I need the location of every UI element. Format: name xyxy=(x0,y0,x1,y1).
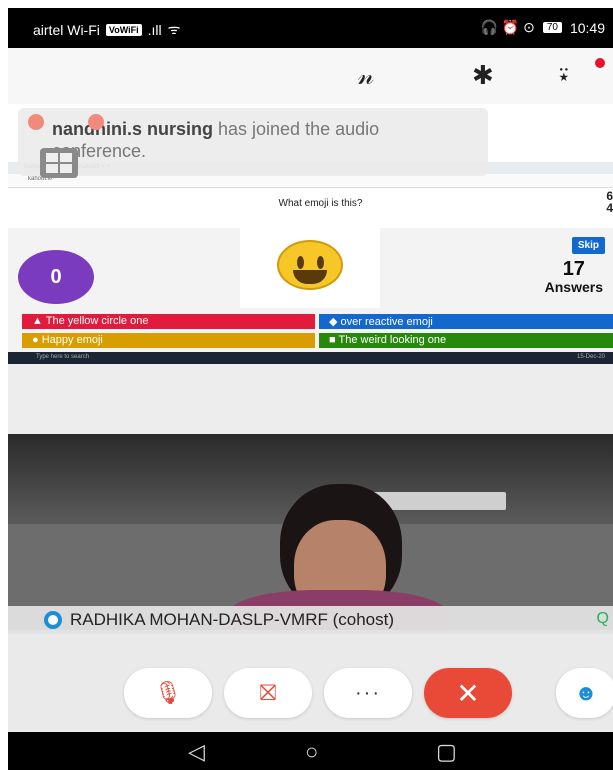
call-controls: 🎙 ⛝ ··· ✕ ☻ xyxy=(8,634,613,732)
emoji-eye xyxy=(317,256,324,269)
mute-button[interactable]: 🎙 xyxy=(124,668,212,718)
back-icon[interactable]: ◁ xyxy=(188,739,205,765)
answers-count: 17 xyxy=(562,258,585,280)
gallery-view-icon[interactable] xyxy=(40,148,78,178)
wifi-icon: ᯤ xyxy=(167,21,181,37)
answer-option[interactable]: ● Happy emoji xyxy=(22,333,315,348)
skip-button[interactable]: Skip xyxy=(571,237,605,254)
quiz-side-numbers: 6 4 xyxy=(606,190,613,214)
answer-option[interactable]: ▲ The yellow circle one xyxy=(22,314,315,329)
avatar xyxy=(28,114,44,130)
mic-muted-icon: 🎙 xyxy=(154,680,182,705)
quiz-question: What emoji is this? xyxy=(278,198,363,209)
status-right: 🎧 ⏰ ⊙ 70 10:49 xyxy=(480,19,605,36)
reactions-button[interactable]: ☻ xyxy=(556,668,613,718)
answer-shape-icon: ● xyxy=(32,334,39,346)
carrier-label: airtel Wi-Fi xyxy=(33,21,100,38)
end-call-button[interactable]: ✕ xyxy=(424,668,512,718)
clock: 10:49 xyxy=(569,19,605,36)
participants-icon[interactable]: ⍣ xyxy=(556,60,572,92)
join-notification: nandhini.s nursing has joined the audio … xyxy=(18,108,488,176)
status-left: airtel Wi-Fi VoWiFi .ıll ᯤ xyxy=(33,20,180,39)
annotate-icon[interactable]: 𝓃 xyxy=(358,60,374,92)
participant-name: RADHIKA MOHAN-DASLP-VMRF (cohost) xyxy=(70,610,394,629)
bluetooth-icon[interactable]: ✱ xyxy=(472,60,494,91)
signal-quality-icon: Q xyxy=(596,610,609,627)
shared-screen: Kahoot! × Kahoot! × Kahoot! × + kahoot.i… xyxy=(8,104,613,364)
emoji-reaction-icon: ☻ xyxy=(574,680,598,705)
kahoot-panel: 0 Skip 17 Answers ▲ The yellow circle on… xyxy=(8,228,613,352)
vowifi-badge: VoWiFi xyxy=(105,23,142,36)
answer-shape-icon: ◆ xyxy=(329,316,338,328)
more-icon: ··· xyxy=(355,681,381,704)
answers-label: Answers xyxy=(544,279,603,295)
meeting-top-bar: 𝓃 ✱ ⍣ xyxy=(8,48,613,104)
answer-text: Happy emoji xyxy=(41,334,103,346)
home-icon[interactable]: ○ xyxy=(305,739,318,765)
smiley-emoji-icon xyxy=(277,240,343,290)
question-image xyxy=(240,228,380,308)
spacer xyxy=(8,364,613,434)
side-number: 4 xyxy=(606,201,613,215)
joined-user-name: nandhini.s nursing xyxy=(52,119,213,139)
answers-counter: 17 Answers xyxy=(544,258,603,296)
taskbar-date: 15-Dec-20 xyxy=(576,354,605,360)
answer-text: The weird looking one xyxy=(338,334,447,346)
windows-taskbar: Type here to search 15-Dec-20 xyxy=(8,352,613,364)
signal-icon: .ıll xyxy=(147,21,162,38)
recents-icon[interactable]: ▢ xyxy=(436,739,457,765)
phone-screen: airtel Wi-Fi VoWiFi .ıll ᯤ 🎧 ⏰ ⊙ 70 10:4… xyxy=(8,8,613,770)
battery-icon: 70 xyxy=(542,22,562,33)
answer-option[interactable]: ◆ over reactive emoji xyxy=(319,314,613,329)
emoji-mouth xyxy=(293,270,327,284)
video-button[interactable]: ⛝ xyxy=(224,668,312,718)
answer-text: The yellow circle one xyxy=(45,315,149,327)
zoom-logo-icon xyxy=(44,611,62,629)
android-nav-bar: ◁ ○ ▢ xyxy=(8,732,613,770)
notification-dot xyxy=(595,58,605,68)
browser-url: kahoot.it/ xyxy=(8,174,613,188)
answer-shape-icon: ▲ xyxy=(32,315,43,327)
emoji-eye xyxy=(297,256,304,269)
answer-shape-icon: ■ xyxy=(329,334,336,346)
status-icons: 🎧 ⏰ ⊙ xyxy=(480,19,535,35)
close-icon: ✕ xyxy=(456,677,480,709)
status-bar: airtel Wi-Fi VoWiFi .ıll ᯤ 🎧 ⏰ ⊙ 70 10:4… xyxy=(8,8,613,48)
answer-option[interactable]: ■ The weird looking one xyxy=(319,333,613,348)
answer-text: over reactive emoji xyxy=(340,316,433,328)
more-button[interactable]: ··· xyxy=(324,668,412,718)
timer-badge: 0 xyxy=(18,250,94,304)
taskbar-search: Type here to search xyxy=(36,354,90,360)
avatar xyxy=(88,114,104,130)
participant-name-bar: RADHIKA MOHAN-DASLP-VMRF (cohost) Q xyxy=(8,606,613,634)
video-off-icon: ⛝ xyxy=(259,680,277,705)
participant-video[interactable] xyxy=(8,434,613,630)
